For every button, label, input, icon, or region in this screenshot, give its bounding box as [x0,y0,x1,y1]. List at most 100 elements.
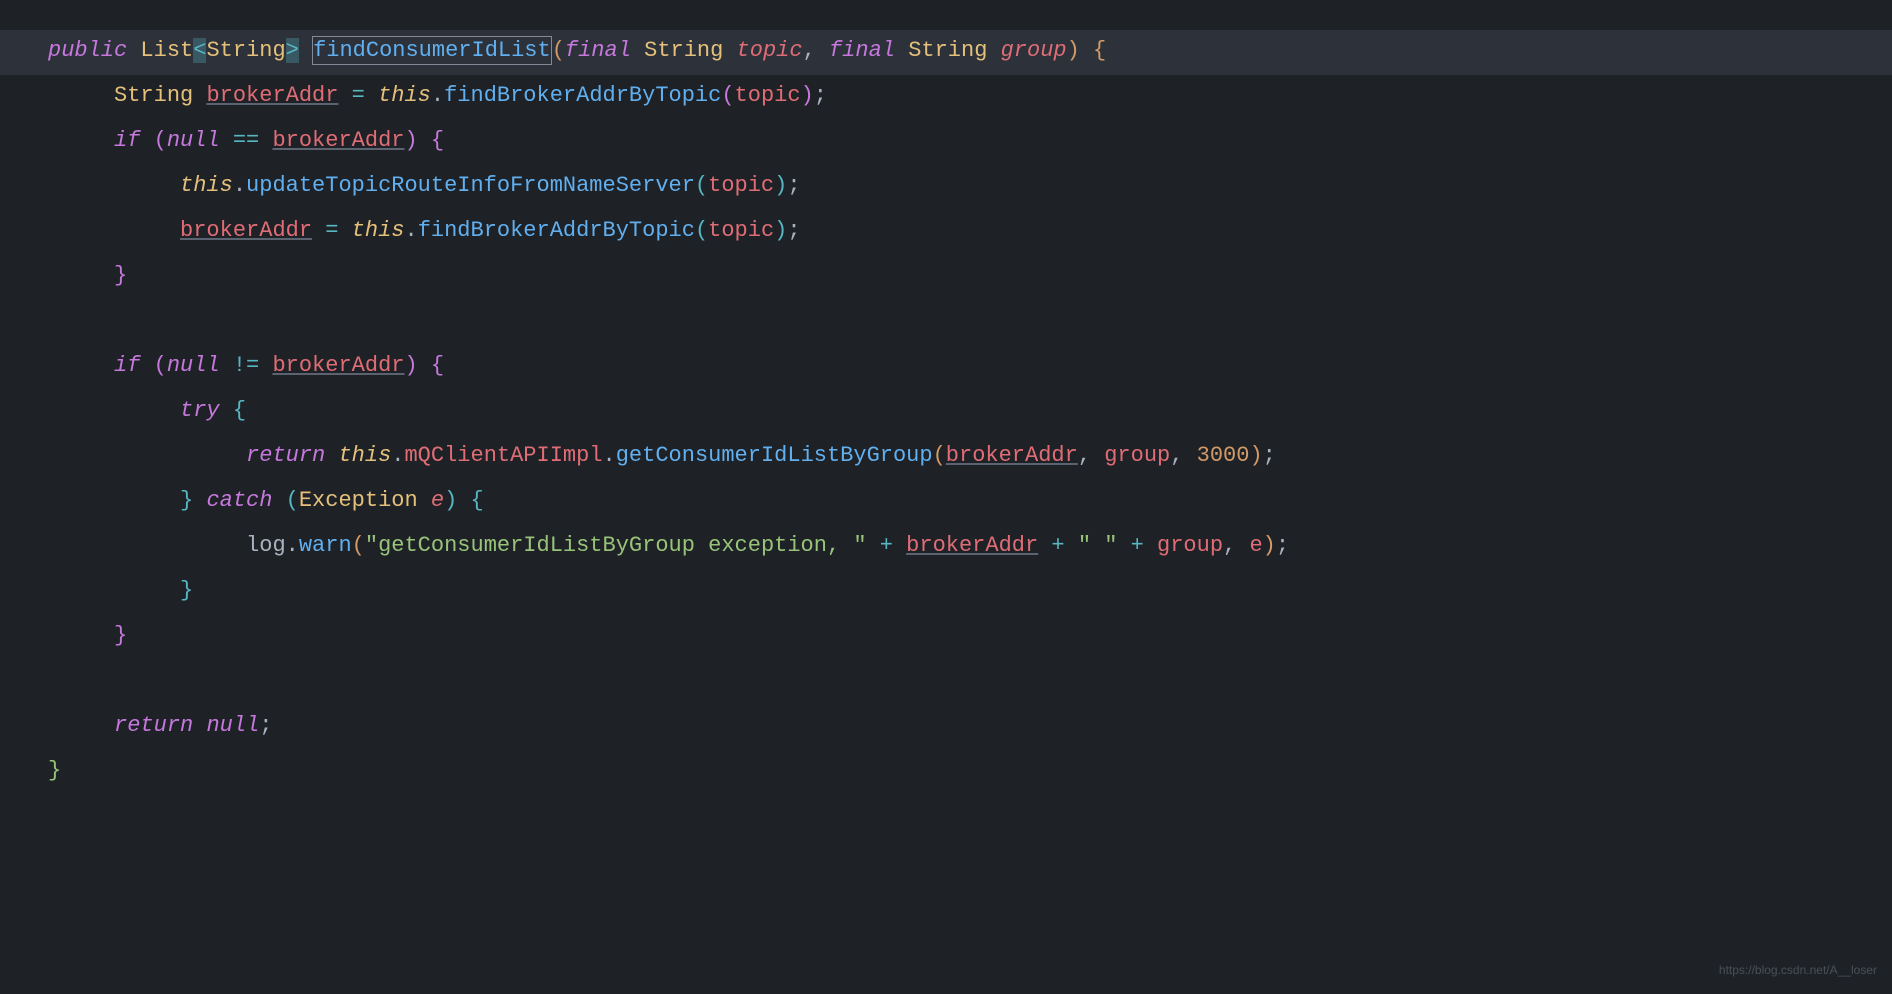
brace-open11: { [471,488,484,513]
code-line-10[interactable]: return this.mQClientAPIImpl.getConsumerI… [48,435,1892,480]
code-line-16[interactable]: return null; [48,705,1892,750]
code-line-7[interactable] [48,300,1892,345]
paren-close11: ) [444,488,457,513]
keyword-return16: return [114,713,193,738]
this-ref4: this [180,173,233,198]
paren-open8: ( [154,353,167,378]
comma10a: , [1078,443,1091,468]
paren-close8: ) [404,353,417,378]
dot10a: . [391,443,404,468]
semi12: ; [1276,533,1289,558]
this-ref: this [378,83,431,108]
var-e12: e [1249,533,1262,558]
code-line-3[interactable]: if (null == brokerAddr) { [48,120,1892,165]
semi: ; [814,83,827,108]
brace-open9: { [233,398,246,423]
param-group: group [1001,38,1067,63]
var-brokerAddr8: brokerAddr [272,353,404,378]
paren-open5: ( [695,218,708,243]
dot4: . [233,173,246,198]
code-editor[interactable]: public List<String> findConsumerIdList(f… [0,0,1892,795]
code-line-8[interactable]: if (null != brokerAddr) { [48,345,1892,390]
dot5: . [404,218,417,243]
var-brokerAddr: brokerAddr [206,83,338,108]
string-msg: "getConsumerIdListByGroup exception, " [365,533,867,558]
brace-close6: } [114,263,127,288]
code-line-1[interactable]: public List<String> findConsumerIdList(f… [0,30,1892,75]
comma10b: , [1170,443,1183,468]
paren-open2: ( [721,83,734,108]
keyword-if8: if [114,353,140,378]
paren-open: ( [552,38,565,63]
type-string-var: String [114,83,193,108]
paren-close10: ) [1249,443,1262,468]
paren-open12: ( [352,533,365,558]
type-string-param2: String [908,38,987,63]
keyword-if: if [114,128,140,153]
paren-open11: ( [286,488,299,513]
paren-close12: ) [1263,533,1276,558]
code-line-4[interactable]: this.updateTopicRouteInfoFromNameServer(… [48,165,1892,210]
semi5: ; [787,218,800,243]
param-topic: topic [737,38,803,63]
comma: , [803,38,816,63]
method-call10: getConsumerIdListByGroup [616,443,933,468]
brace-open8: { [431,353,444,378]
type-exception: Exception [299,488,418,513]
watermark-text: https://blog.csdn.net/A__loser [1719,959,1877,982]
paren-close4: ) [774,173,787,198]
brace-close17: } [48,758,61,783]
op-neq: != [233,353,259,378]
type-string: String [206,38,285,63]
op-eq: = [352,83,365,108]
paren-close: ) [1067,38,1080,63]
code-line-9[interactable]: try { [48,390,1892,435]
op-plus2: + [1051,533,1064,558]
method-call5: findBrokerAddrByTopic [418,218,695,243]
code-line-12[interactable]: log.warn("getConsumerIdListByGroup excep… [48,525,1892,570]
keyword-try: try [180,398,220,423]
keyword-final2: final [829,38,895,63]
string-space: " " [1078,533,1118,558]
code-line-17[interactable]: } [48,750,1892,795]
param-e: e [431,488,444,513]
code-line-14[interactable]: } [48,615,1892,660]
paren-close5: ) [774,218,787,243]
code-line-5[interactable]: brokerAddr = this.findBrokerAddrByTopic(… [48,210,1892,255]
paren-open10: ( [933,443,946,468]
num-3000: 3000 [1197,443,1250,468]
keyword-return10: return [246,443,325,468]
dot10b: . [603,443,616,468]
method-warn: warn [299,533,352,558]
method-name: findConsumerIdList [313,38,551,63]
code-line-11[interactable]: } catch (Exception e) { [48,480,1892,525]
keyword-final: final [565,38,631,63]
op-eqeq: == [233,128,259,153]
method-call4: updateTopicRouteInfoFromNameServer [246,173,695,198]
keyword-null8: null [167,353,220,378]
arg-topic5: topic [708,218,774,243]
semi16: ; [259,713,272,738]
paren-open4: ( [695,173,708,198]
semi10: ; [1263,443,1276,468]
dot: . [431,83,444,108]
keyword-null: null [167,128,220,153]
brace-open3: { [431,128,444,153]
method-selection: findConsumerIdList [312,36,552,65]
op-eq5: = [325,218,338,243]
comma12: , [1223,533,1236,558]
op-plus1: + [880,533,893,558]
brace-close14: } [114,623,127,648]
semi4: ; [787,173,800,198]
dot12: . [286,533,299,558]
code-line-13[interactable]: } [48,570,1892,615]
code-line-15[interactable] [48,660,1892,705]
code-line-2[interactable]: String brokerAddr = this.findBrokerAddrB… [48,75,1892,120]
code-line-6[interactable]: } [48,255,1892,300]
log-ref: log [246,533,286,558]
brace-close11: } [180,488,193,513]
keyword-public: public [48,38,127,63]
angle-close: > [286,38,299,63]
paren-open3: ( [154,128,167,153]
arg-brokerAddr10: brokerAddr [946,443,1078,468]
